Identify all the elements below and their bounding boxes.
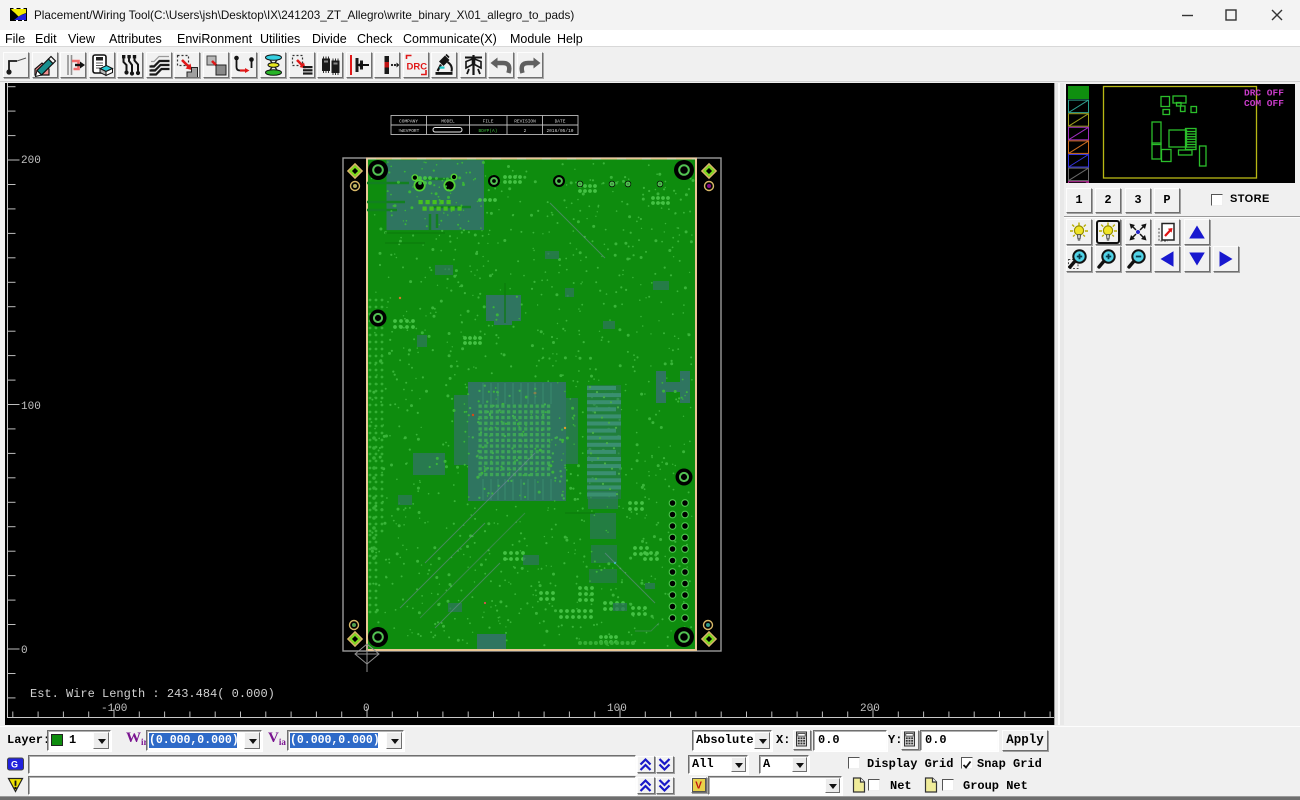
svg-text:0: 0 — [21, 645, 28, 657]
svg-text:200: 200 — [860, 703, 880, 715]
svg-text:200: 200 — [21, 155, 41, 167]
svg-text:0: 0 — [363, 703, 370, 715]
svg-text:Est. Wire Length : 243.484( 0.: Est. Wire Length : 243.484( 0.000) — [30, 687, 275, 701]
svg-text:-100: -100 — [101, 703, 127, 715]
svg-text:COMPANY: COMPANY — [399, 119, 418, 125]
svg-text:2: 2 — [524, 128, 527, 134]
svg-text:DATE: DATE — [555, 119, 566, 125]
svg-text:V: V — [695, 780, 702, 791]
svg-text:COM OFF: COM OFF — [1244, 98, 1284, 109]
svg-text:100: 100 — [21, 401, 41, 413]
svg-text:REVISION: REVISION — [514, 119, 536, 125]
svg-text:!WEVPORT: !WEVPORT — [398, 128, 420, 134]
svg-text:BD#P(A): BD#P(A) — [479, 128, 498, 134]
svg-text:DRC OFF: DRC OFF — [1244, 88, 1284, 99]
svg-text:2016/05/10: 2016/05/10 — [546, 128, 573, 134]
svg-text:DRC: DRC — [406, 62, 427, 73]
svg-text:FILE: FILE — [483, 119, 494, 125]
svg-text:MODEL: MODEL — [441, 119, 455, 125]
svg-text:100: 100 — [607, 703, 627, 715]
svg-text:G: G — [11, 760, 18, 770]
